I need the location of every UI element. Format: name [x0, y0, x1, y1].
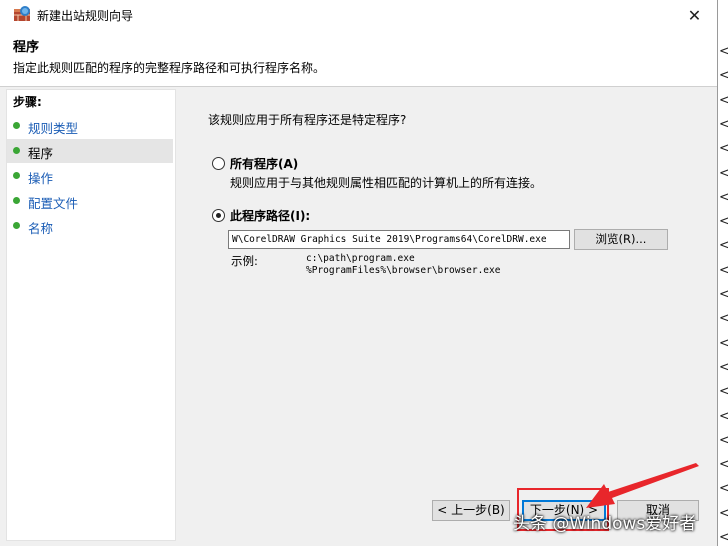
page-description: 指定此规则匹配的程序的完整程序路径和可执行程序名称。 [13, 61, 326, 75]
wizard-header: 程序 指定此规则匹配的程序的完整程序路径和可执行程序名称。 [0, 30, 717, 87]
close-button[interactable]: ✕ [672, 0, 717, 30]
background-edge-char: < [719, 384, 728, 400]
background-edge-char: < [719, 214, 728, 230]
background-edge-char: < [719, 165, 728, 181]
example-line: c:\path\program.exe [306, 253, 415, 264]
sidebar-item-label: 名称 [28, 221, 54, 236]
question-text: 该规则应用于所有程序还是特定程序? [208, 113, 407, 127]
background-edge-char: < [719, 408, 728, 424]
step-bullet-icon [13, 222, 20, 229]
step-bullet-icon [13, 147, 20, 154]
steps-sidebar: 步骤: 规则类型 程序 操作 配置文件 名称 [6, 89, 176, 541]
title-bar: 新建出站规则向导 ✕ [0, 0, 717, 30]
background-edge-char: < [719, 68, 728, 84]
background-window-edge: < < < < < < < < < < < < < < < < < < < < < [718, 0, 728, 546]
example-label: 示例: [231, 254, 258, 268]
background-edge-char: < [719, 92, 728, 108]
back-button[interactable]: < 上一步(B) [432, 500, 510, 521]
background-edge-char: < [719, 116, 728, 132]
all-programs-radio[interactable] [212, 157, 225, 170]
program-path-input[interactable]: W\CorelDRAW Graphics Suite 2019\Programs… [228, 230, 570, 249]
example-text: c:\path\program.exe %ProgramFiles%\brows… [306, 253, 500, 277]
sidebar-item-name[interactable]: 名称 [7, 214, 173, 238]
sidebar-item-action[interactable]: 操作 [7, 164, 173, 188]
background-edge-char: < [719, 432, 728, 448]
watermark-text: 头条 @Windows爱好者 [513, 514, 697, 534]
program-path-radio[interactable] [212, 209, 225, 222]
sidebar-item-label: 程序 [28, 146, 54, 161]
page-title: 程序 [13, 40, 40, 55]
close-icon: ✕ [687, 5, 702, 25]
sidebar-item-label: 配置文件 [28, 196, 79, 211]
all-programs-description: 规则应用于与其他规则属性相匹配的计算机上的所有连接。 [230, 176, 543, 190]
firewall-app-icon [14, 6, 30, 21]
background-edge-char: < [719, 262, 728, 278]
step-bullet-icon [13, 197, 20, 204]
sidebar-item-program[interactable]: 程序 [7, 139, 173, 163]
steps-heading: 步骤: [13, 95, 42, 109]
background-edge-char: < [719, 335, 728, 351]
step-bullet-icon [13, 172, 20, 179]
background-edge-char: < [719, 311, 728, 327]
background-edge-char: < [719, 189, 728, 205]
sidebar-item-label: 操作 [28, 171, 54, 186]
program-path-label[interactable]: 此程序路径(I): [230, 207, 310, 224]
background-edge-char: < [719, 505, 728, 521]
sidebar-item-rule-type[interactable]: 规则类型 [7, 114, 173, 138]
window-title: 新建出站规则向导 [37, 9, 134, 23]
background-edge-char: < [719, 481, 728, 497]
browse-button[interactable]: 浏览(R)... [574, 229, 668, 250]
sidebar-item-label: 规则类型 [28, 121, 79, 136]
background-edge-char: < [719, 457, 728, 473]
example-line: %ProgramFiles%\browser\browser.exe [306, 265, 501, 276]
background-edge-char: < [719, 530, 728, 545]
background-edge-char: < [719, 141, 728, 157]
background-edge-char: < [719, 238, 728, 254]
step-bullet-icon [13, 122, 20, 129]
background-edge-char: < [719, 359, 728, 375]
all-programs-label[interactable]: 所有程序(A) [230, 155, 298, 172]
background-edge-char: < [719, 44, 728, 59]
background-edge-char: < [719, 287, 728, 302]
sidebar-item-profile[interactable]: 配置文件 [7, 189, 173, 213]
